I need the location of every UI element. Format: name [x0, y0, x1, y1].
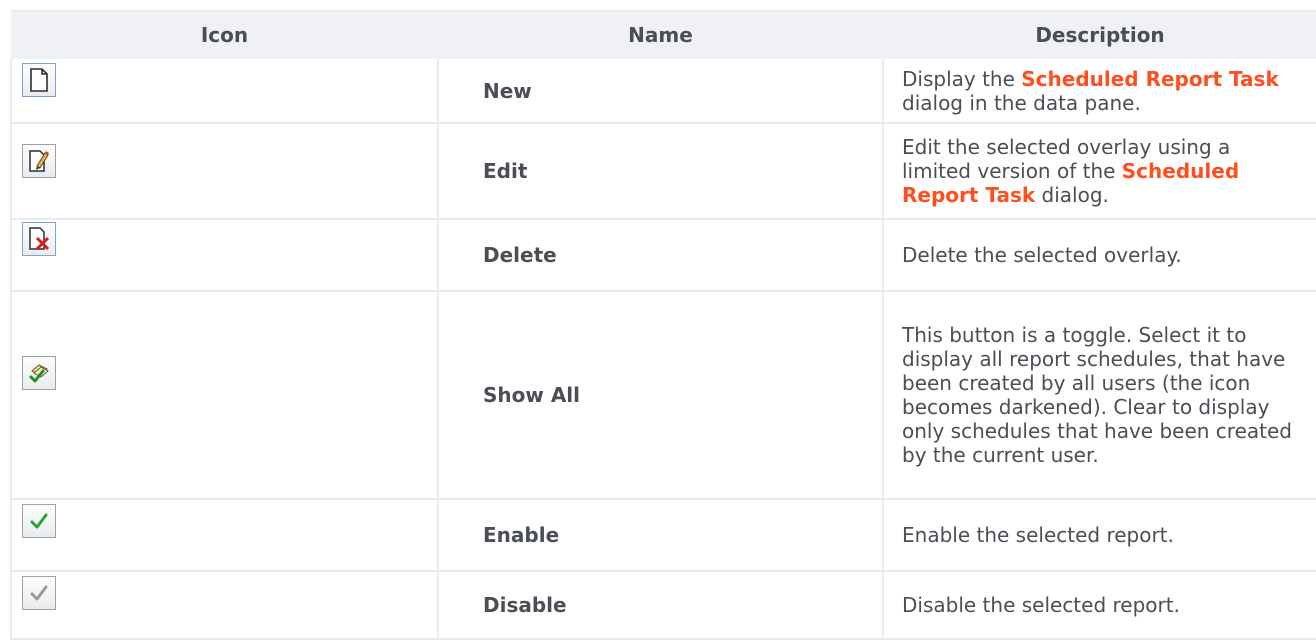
table-row: Delete Delete the selected overlay.: [10, 219, 1316, 292]
row-description: Delete the selected overlay.: [883, 219, 1316, 292]
table-row: Enable Enable the selected report.: [10, 499, 1316, 572]
row-description: Edit the selected overlay using a limite…: [883, 123, 1316, 220]
header-name: Name: [438, 10, 883, 59]
icon-cell: [10, 291, 439, 500]
row-name: New: [438, 59, 884, 124]
icon-cell: [10, 499, 439, 572]
row-description: Display the Scheduled Report Task dialog…: [883, 59, 1316, 124]
table-header-row: Icon Name Description: [11, 10, 1316, 59]
row-description: This button is a toggle. Select it to di…: [883, 291, 1316, 500]
show-all-icon: [22, 356, 56, 390]
delete-document-icon: [22, 222, 56, 256]
icon-cell: [10, 123, 439, 220]
row-name: Disable: [438, 571, 884, 640]
row-name: Delete: [438, 219, 884, 292]
table-row: New Display the Scheduled Report Task di…: [10, 59, 1316, 124]
row-description: Disable the selected report.: [883, 571, 1316, 640]
table-row: Disable Disable the selected report.: [10, 571, 1316, 640]
table-row: Edit Edit the selected overlay using a l…: [10, 123, 1316, 220]
row-name: Show All: [438, 291, 884, 500]
edit-pencil-icon: [22, 144, 56, 178]
new-document-icon: [22, 63, 56, 97]
icon-cell: [10, 219, 439, 292]
row-name: Edit: [438, 123, 884, 220]
row-name: Enable: [438, 499, 884, 572]
icon-cell: [10, 571, 439, 640]
disable-checkmark-icon: [22, 576, 56, 610]
row-description: Enable the selected report.: [883, 499, 1316, 572]
toolbar-icons-table: Icon Name Description New Display the Sc…: [10, 10, 1316, 640]
scheduled-report-task-link[interactable]: Scheduled Report Task: [1021, 67, 1279, 91]
icon-cell: [10, 59, 439, 124]
table-row: Show All This button is a toggle. Select…: [10, 291, 1316, 500]
enable-checkmark-icon: [22, 504, 56, 538]
header-icon: Icon: [11, 10, 438, 59]
header-description: Description: [883, 10, 1316, 59]
